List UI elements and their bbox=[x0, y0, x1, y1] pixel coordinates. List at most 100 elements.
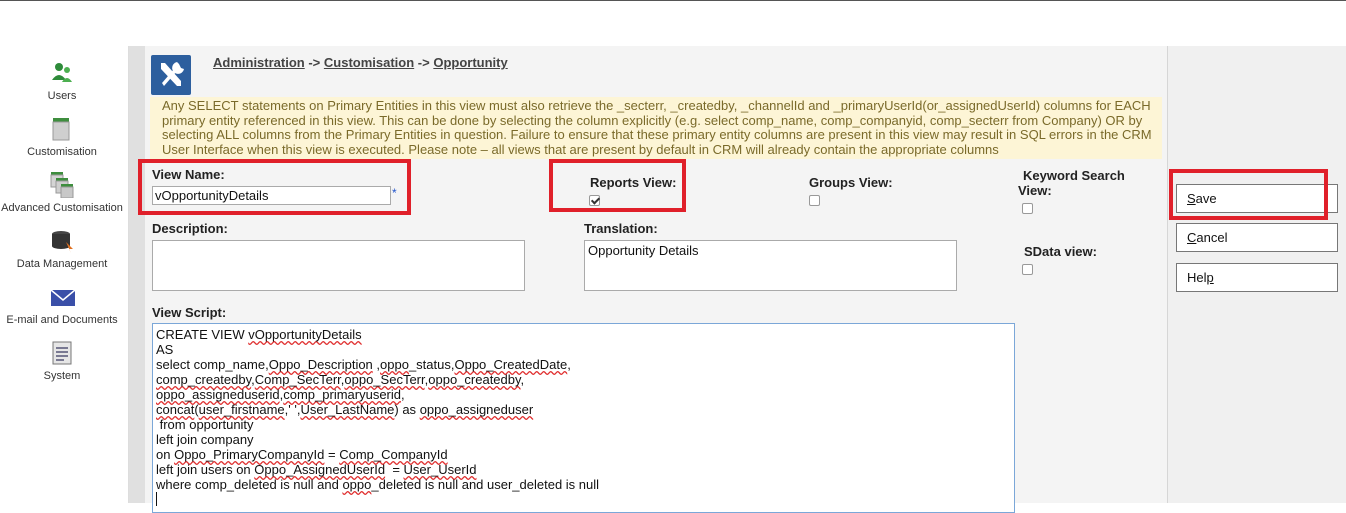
reports-view-highlight bbox=[549, 159, 686, 212]
sidebar-item-customisation[interactable]: Customisation bbox=[0, 116, 124, 158]
help-button-label: Hel bbox=[1187, 270, 1207, 285]
script-text: , bbox=[372, 357, 381, 372]
script-text: = bbox=[324, 447, 340, 462]
script-text: concat bbox=[156, 402, 195, 417]
help-button-accesskey: p bbox=[1206, 270, 1214, 285]
script-text: Oppo_Description bbox=[268, 357, 373, 372]
description-label: Description: bbox=[152, 221, 228, 236]
script-text: user_firstname bbox=[198, 402, 285, 417]
view-script-editor[interactable]: CREATE VIEW vOpportunityDetails AS select … bbox=[152, 323, 1015, 513]
script-line: comp_createdby,Comp_SecTerr,oppo_SecTerr… bbox=[156, 372, 1011, 387]
breadcrumb-customisation-link[interactable]: Customisation bbox=[324, 55, 414, 70]
script-line: left join users on Oppo_AssignedUserId =… bbox=[156, 462, 1011, 477]
script-text: oppo_SecTerr bbox=[344, 372, 425, 387]
script-text: vOpportunityDetails bbox=[248, 327, 362, 342]
script-line: AS bbox=[156, 342, 174, 357]
sdata-view-checkbox[interactable] bbox=[1022, 264, 1033, 275]
system-icon bbox=[50, 340, 74, 366]
script-line: on Oppo_PrimaryCompanyId = Comp_CompanyI… bbox=[156, 447, 1011, 462]
sidebar-item-label: Data Management bbox=[16, 258, 108, 270]
warning-notice: Any SELECT statements on Primary Entitie… bbox=[150, 97, 1162, 159]
script-text: oppo_createdby bbox=[428, 372, 521, 387]
advanced-customisation-icon bbox=[50, 172, 74, 199]
translation-textarea[interactable]: Opportunity Details bbox=[584, 240, 957, 291]
breadcrumb-administration-link[interactable]: Administration bbox=[213, 55, 305, 70]
data-management-icon bbox=[50, 228, 74, 254]
sidebar-item-label: System bbox=[43, 370, 81, 382]
script-text: left join users on bbox=[156, 462, 255, 477]
script-text: _status, bbox=[408, 357, 455, 372]
breadcrumb-separator: -> bbox=[414, 55, 434, 70]
breadcrumb-opportunity-link[interactable]: Opportunity bbox=[433, 55, 507, 70]
groups-view-checkbox[interactable] bbox=[809, 195, 820, 206]
breadcrumb-separator: -> bbox=[304, 55, 324, 70]
customisation-icon bbox=[50, 116, 74, 142]
sidebar-divider bbox=[129, 46, 145, 503]
view-name-highlight bbox=[138, 159, 411, 215]
help-button[interactable]: Help bbox=[1176, 263, 1338, 292]
sidebar-item-label: Advanced Customisation bbox=[1, 202, 123, 214]
script-text: oppo bbox=[380, 357, 409, 372]
script-text: comp_createdby bbox=[156, 372, 252, 387]
script-line: from opportunity bbox=[156, 417, 254, 432]
script-text: User_LastName bbox=[300, 402, 395, 417]
notice-line: selecting ALL columns from the Primary E… bbox=[162, 127, 1152, 143]
view-script-label: View Script: bbox=[152, 305, 227, 320]
keyword-search-label-view: View: bbox=[1018, 183, 1052, 198]
sidebar-item-advanced-customisation[interactable]: Advanced Customisation bbox=[0, 172, 124, 214]
breadcrumb: Administration -> Customisation -> Oppor… bbox=[213, 55, 508, 70]
script-line: oppo_assigneduserid,comp_primaryuserid, bbox=[156, 387, 1011, 402]
script-text: , bbox=[567, 357, 571, 372]
script-line: select comp_name,Oppo_Description ,oppo_… bbox=[156, 357, 1011, 372]
script-text: Oppo_CreatedDate bbox=[454, 357, 568, 372]
script-text: CREATE VIEW bbox=[156, 327, 249, 342]
script-text: oppo_assigneduser bbox=[419, 402, 534, 417]
sidebar-item-system[interactable]: System bbox=[0, 340, 124, 382]
description-textarea[interactable] bbox=[152, 240, 525, 291]
script-text: , bbox=[401, 387, 405, 402]
text-cursor bbox=[156, 492, 157, 506]
cancel-button-accesskey: C bbox=[1187, 230, 1197, 245]
script-line: CREATE VIEW vOpportunityDetails bbox=[156, 327, 1011, 342]
sidebar-item-data-management[interactable]: Data Management bbox=[0, 228, 124, 270]
notice-line: primary entity referenced in this view. … bbox=[162, 112, 1143, 128]
sidebar-item-users[interactable]: Users bbox=[0, 60, 124, 102]
script-text: on bbox=[156, 447, 175, 462]
translation-label: Translation: bbox=[584, 221, 658, 236]
email-icon bbox=[50, 284, 76, 310]
sidebar-item-email-documents[interactable]: E-mail and Documents bbox=[0, 284, 124, 326]
script-text: Oppo_AssignedUserId bbox=[254, 462, 386, 477]
script-text: User_UserId bbox=[403, 462, 477, 477]
sidebar-item-label: Customisation bbox=[27, 146, 97, 158]
administration-tools-icon bbox=[151, 55, 191, 95]
sidebar: Users Customisation Advanced Customisati… bbox=[0, 46, 129, 503]
save-button-highlight bbox=[1169, 169, 1328, 220]
keyword-search-view-checkbox[interactable] bbox=[1022, 203, 1033, 214]
top-bar bbox=[0, 0, 1346, 47]
keyword-search-label: Keyword Search bbox=[1023, 168, 1125, 183]
script-text: ,' ', bbox=[284, 402, 301, 417]
script-text: Comp_CompanyId bbox=[339, 447, 448, 462]
sdata-view-label: SData view: bbox=[1024, 244, 1097, 259]
groups-view-label: Groups View: bbox=[809, 175, 893, 190]
script-line: left join company bbox=[156, 432, 254, 447]
script-line: concat(user_firstname,' ',User_LastName)… bbox=[156, 402, 1011, 417]
script-line: where comp_deleted is null and oppo_dele… bbox=[156, 477, 1011, 492]
script-text: _deleted is null and user_deleted is nul… bbox=[371, 477, 600, 492]
script-text: ) as bbox=[394, 402, 420, 417]
notice-line: Any SELECT statements on Primary Entitie… bbox=[162, 98, 1151, 113]
script-text: Comp_SecTerr bbox=[254, 372, 341, 387]
sidebar-item-label: E-mail and Documents bbox=[6, 314, 118, 326]
sidebar-item-label: Users bbox=[47, 90, 77, 102]
script-text: , bbox=[520, 372, 525, 387]
notice-line: User Interface when this view is execute… bbox=[162, 141, 999, 157]
users-icon bbox=[50, 60, 74, 86]
cancel-button-label: ancel bbox=[1196, 230, 1228, 245]
cancel-button[interactable]: Cancel bbox=[1176, 223, 1338, 252]
script-text: select comp_name, bbox=[156, 357, 269, 372]
script-text: where comp_deleted is null and bbox=[156, 477, 343, 492]
script-text: oppo bbox=[342, 477, 372, 492]
script-text: oppo_assigneduserid bbox=[156, 387, 280, 402]
script-text: Oppo_PrimaryCompanyId bbox=[174, 447, 325, 462]
script-text: comp_primaryuserid bbox=[283, 387, 401, 402]
